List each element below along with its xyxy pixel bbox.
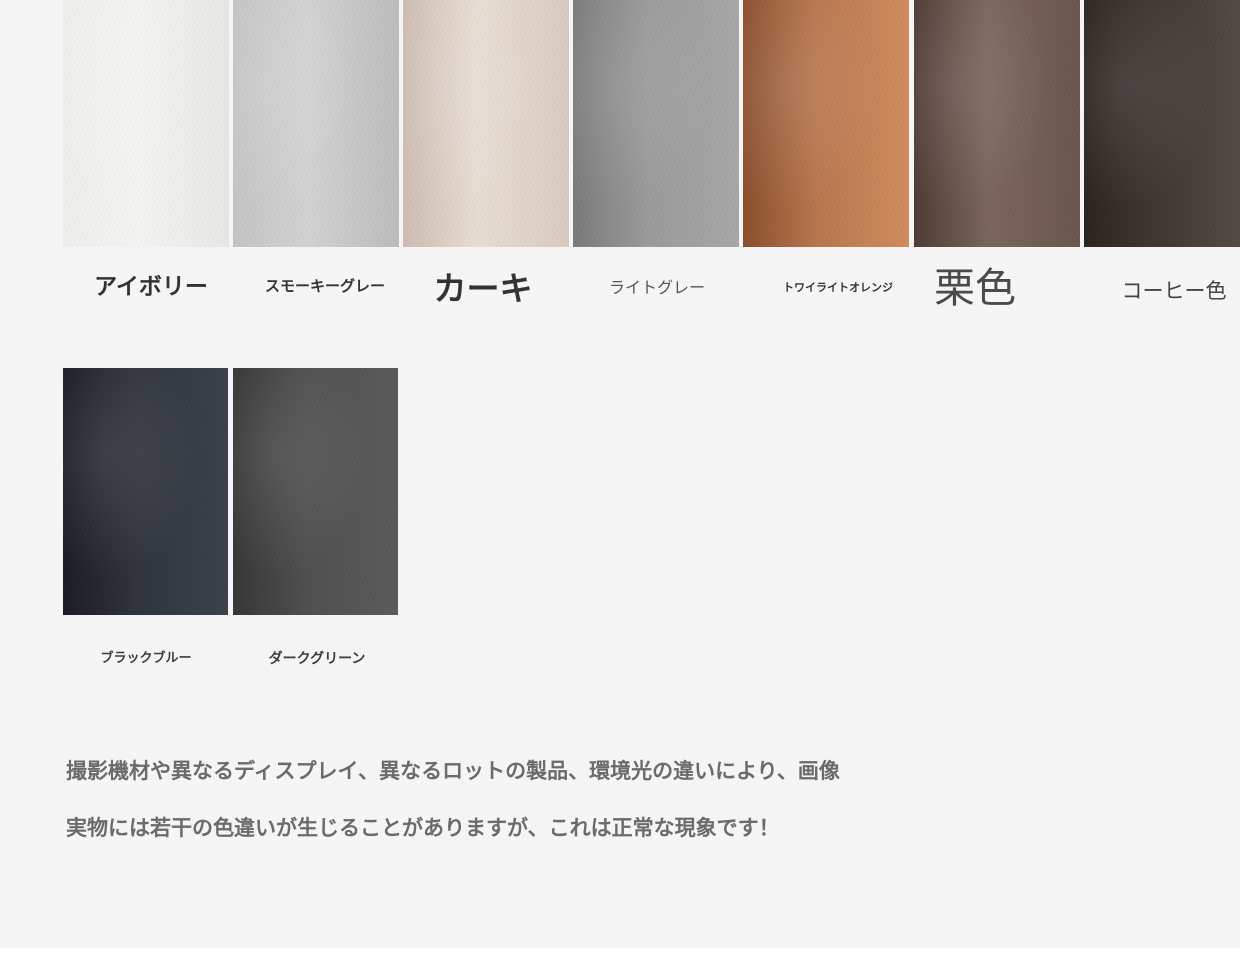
swatch-smoky-gray[interactable] xyxy=(233,0,399,247)
swatch-coffee[interactable] xyxy=(1084,0,1240,247)
swatch-maroon[interactable] xyxy=(914,0,1080,247)
swatch-ivory[interactable] xyxy=(63,0,229,247)
swatch-khaki[interactable] xyxy=(403,0,569,247)
swatch-label-maroon: 栗色 xyxy=(934,264,1016,312)
color-difference-notice: 撮影機材や異なるディスプレイ、異なるロットの製品、環境光の違いにより、画像 実物… xyxy=(66,756,1166,843)
swatch-black-blue[interactable] xyxy=(63,368,228,615)
swatch-light-gray[interactable] xyxy=(573,0,739,247)
swatch-label-ivory: アイボリー xyxy=(94,274,208,300)
swatch-label-coffee: コーヒー色 xyxy=(1121,279,1227,303)
swatch-twilight-orange[interactable] xyxy=(743,0,909,247)
swatch-label-dark-green: ダークグリーン xyxy=(268,651,366,667)
swatch-label-khaki: カーキ xyxy=(433,269,533,308)
notice-line-1: 撮影機材や異なるディスプレイ、異なるロットの製品、環境光の違いにより、画像 xyxy=(66,759,840,783)
color-variants-page: アイボリー スモーキーグレー カーキ ライトグレー トワイライトオレンジ 栗色 … xyxy=(0,0,1240,948)
swatch-label-smoky-gray: スモーキーグレー xyxy=(264,277,386,295)
swatch-dark-green[interactable] xyxy=(233,368,398,615)
swatch-label-black-blue: ブラックブルー xyxy=(100,651,192,666)
swatch-label-light-gray: ライトグレー xyxy=(608,278,706,297)
notice-line-2: 実物には若干の色違いが生じることがありますが、これは正常な現象です！ xyxy=(66,816,780,840)
swatch-label-twilight-orange: トワイライトオレンジ xyxy=(783,281,893,294)
